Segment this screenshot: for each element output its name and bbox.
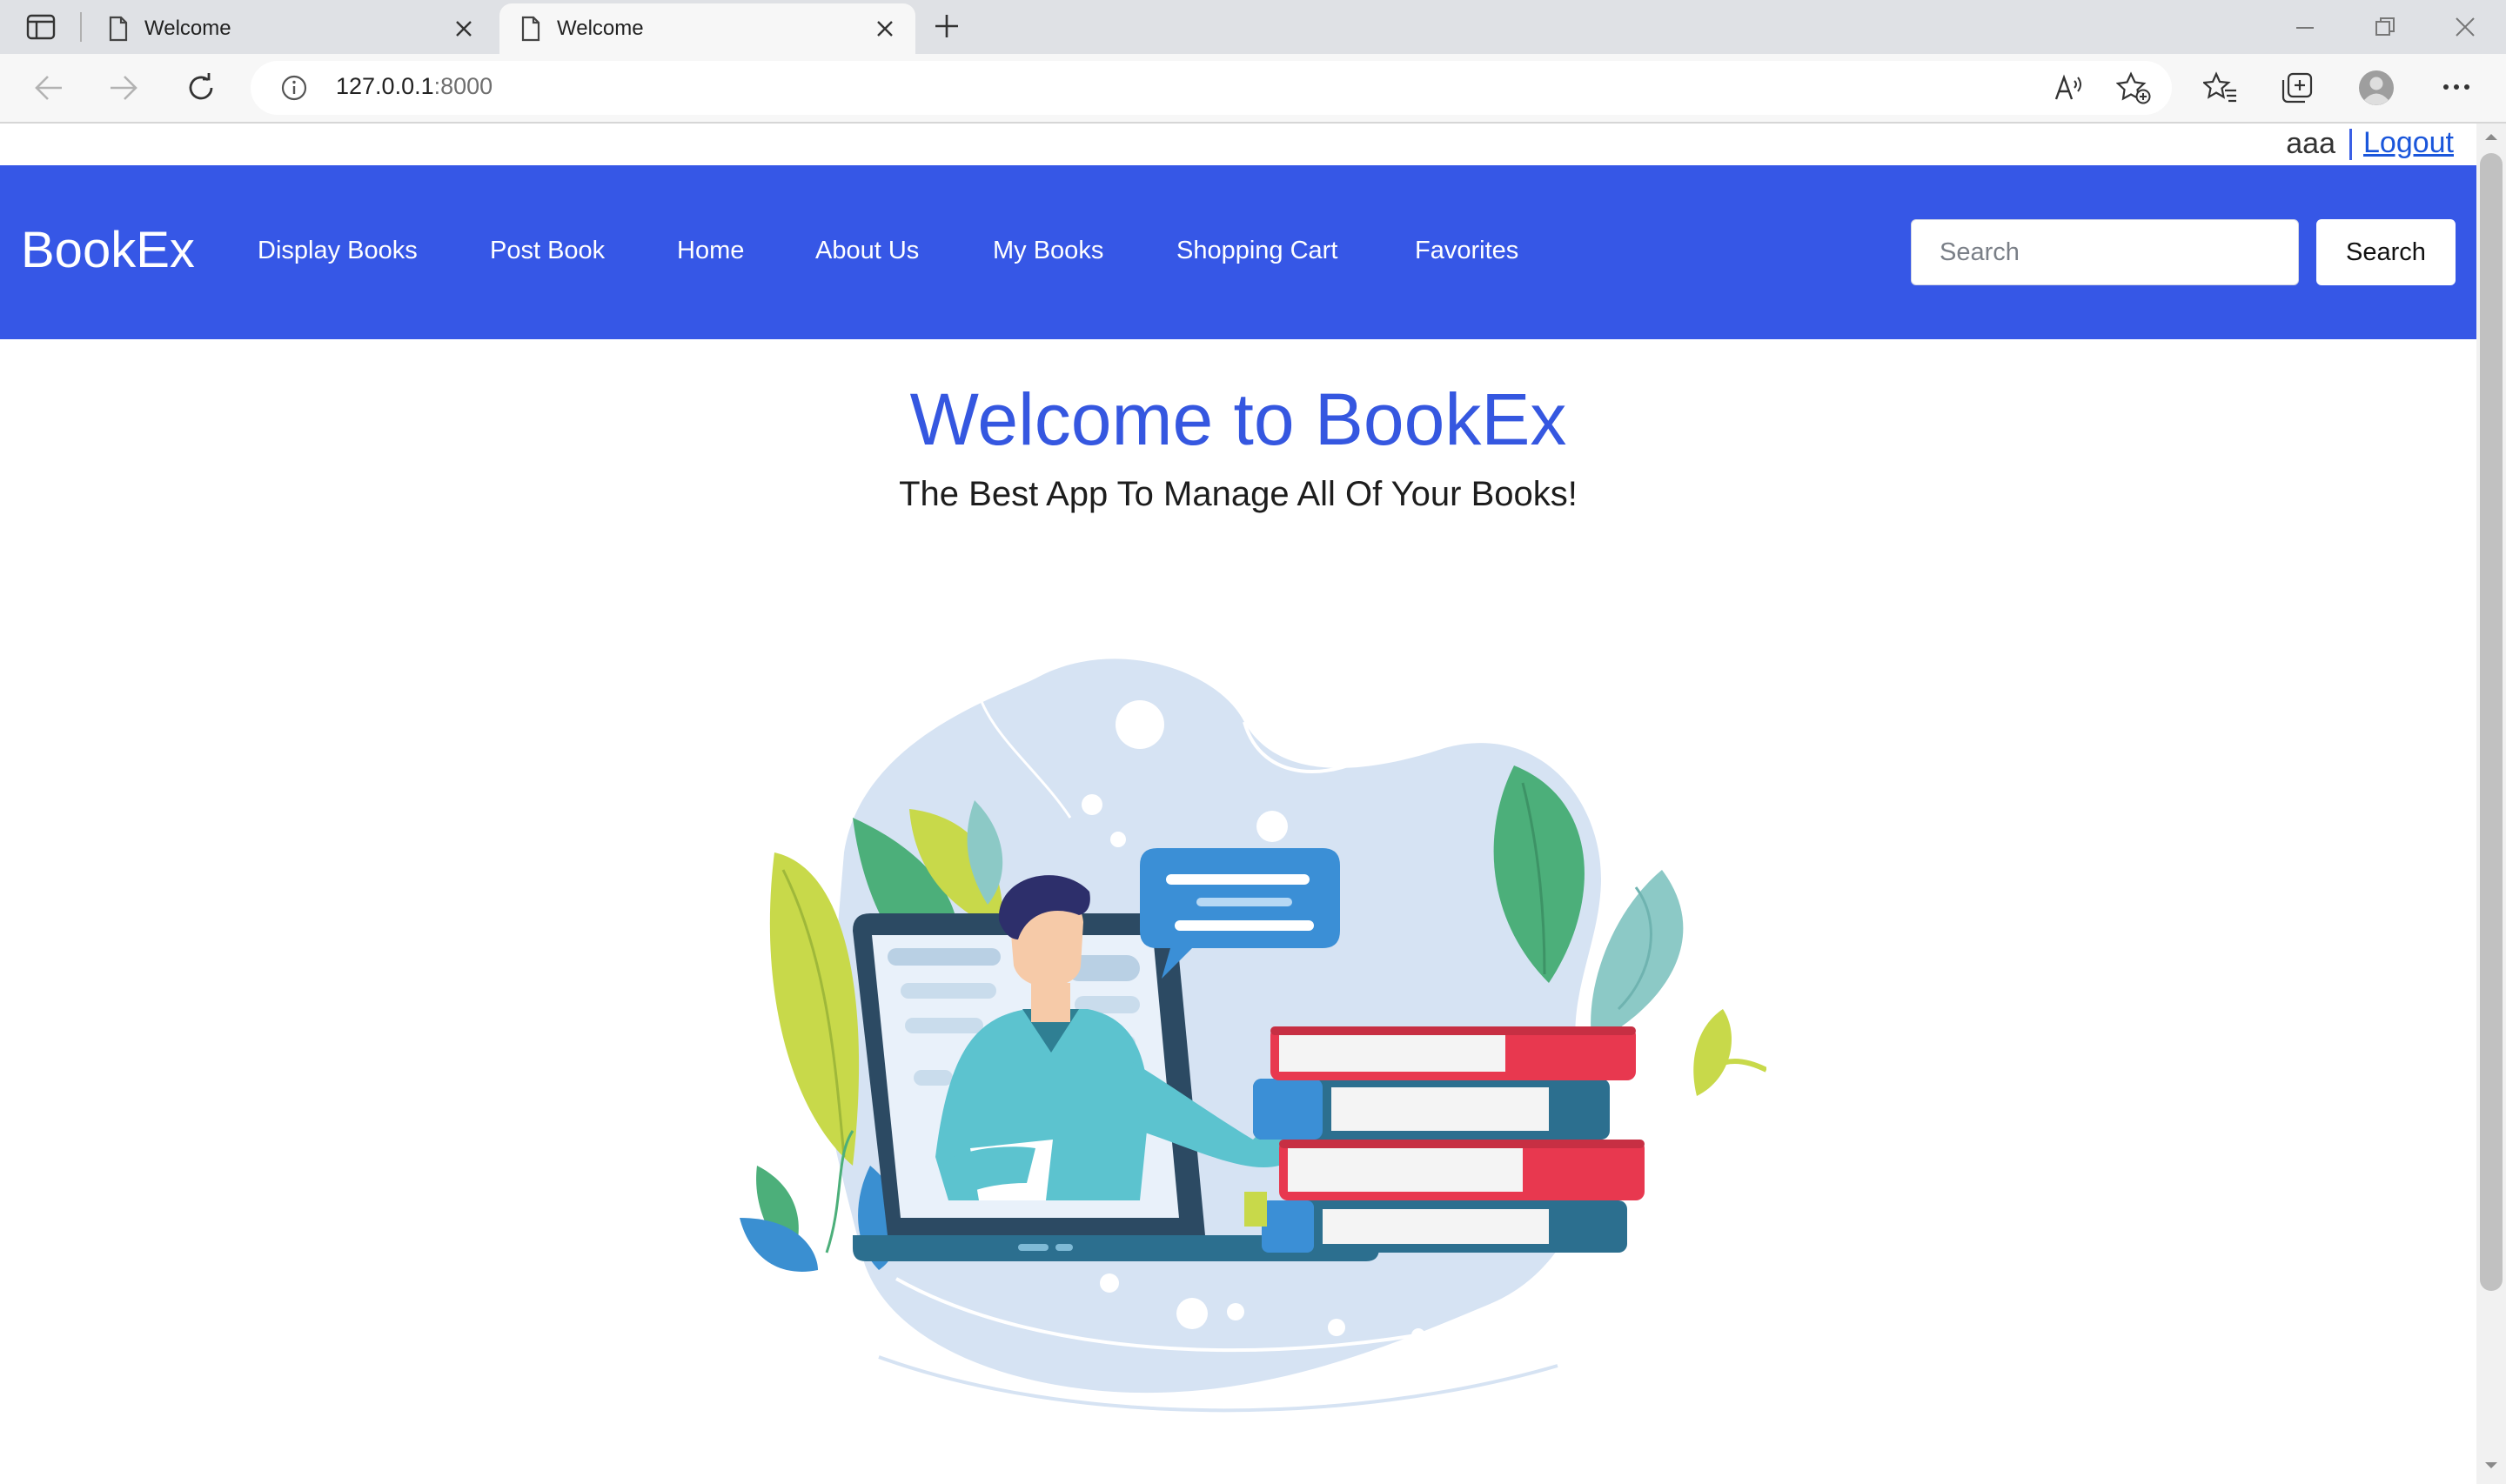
search-button[interactable]: Search bbox=[2316, 219, 2456, 285]
favorites-icon[interactable] bbox=[2203, 71, 2238, 104]
add-favorite-icon[interactable] bbox=[2116, 71, 2151, 104]
nav-favorites[interactable]: Favorites bbox=[1415, 237, 1518, 265]
nav-shopping-cart[interactable]: Shopping Cart bbox=[1176, 237, 1337, 265]
read-aloud-icon[interactable] bbox=[2054, 73, 2085, 103]
nav-display-books[interactable]: Display Books bbox=[258, 237, 418, 265]
brand-logo[interactable]: BookEx bbox=[21, 221, 195, 279]
url-port: :8000 bbox=[433, 73, 493, 99]
nav-my-books[interactable]: My Books bbox=[993, 237, 1103, 265]
scroll-up-icon[interactable] bbox=[2482, 130, 2501, 143]
close-icon[interactable] bbox=[451, 16, 477, 42]
info-icon[interactable] bbox=[280, 74, 308, 102]
logout-link[interactable]: Logout bbox=[2363, 126, 2454, 160]
collections-icon[interactable] bbox=[2280, 71, 2315, 104]
url-host: 127.0.0.1 bbox=[336, 73, 434, 99]
forward-icon[interactable] bbox=[108, 73, 139, 103]
tab-title: Welcome bbox=[557, 17, 644, 40]
close-window-icon[interactable] bbox=[2454, 16, 2476, 38]
user-separator bbox=[2349, 129, 2352, 160]
more-icon[interactable] bbox=[2442, 78, 2471, 96]
close-icon[interactable] bbox=[872, 16, 898, 42]
profile-icon[interactable] bbox=[2358, 70, 2395, 106]
username: aaa bbox=[2286, 127, 2335, 160]
nav-about-us[interactable]: About Us bbox=[815, 237, 919, 265]
tab-welcome-1[interactable]: Welcome bbox=[87, 3, 494, 54]
refresh-icon[interactable] bbox=[184, 71, 218, 104]
address-bar[interactable] bbox=[251, 61, 2172, 115]
scroll-down-icon[interactable] bbox=[2482, 1460, 2501, 1472]
tab-welcome-2[interactable]: Welcome bbox=[499, 3, 915, 54]
page-icon bbox=[520, 16, 541, 42]
user-bar bbox=[0, 124, 2476, 165]
page-icon bbox=[108, 16, 129, 42]
restore-icon[interactable] bbox=[2374, 16, 2396, 38]
url-text[interactable]: 127.0.0.1:8000 bbox=[336, 73, 492, 100]
hero-title: Welcome to BookEx bbox=[909, 378, 1567, 460]
tab-actions-icon[interactable] bbox=[26, 14, 56, 40]
tab-divider bbox=[80, 12, 82, 42]
nav-post-book[interactable]: Post Book bbox=[490, 237, 605, 265]
hero-illustration bbox=[722, 644, 1768, 1431]
search-input[interactable] bbox=[1911, 219, 2299, 285]
back-icon[interactable] bbox=[33, 73, 64, 103]
new-tab-icon[interactable] bbox=[933, 12, 961, 40]
scrollbar-thumb[interactable] bbox=[2480, 153, 2503, 1291]
tab-title: Welcome bbox=[144, 17, 231, 40]
hero-subtitle: The Best App To Manage All Of Your Books… bbox=[899, 475, 1578, 513]
nav-home[interactable]: Home bbox=[677, 237, 744, 265]
minimize-icon[interactable] bbox=[2294, 16, 2316, 38]
